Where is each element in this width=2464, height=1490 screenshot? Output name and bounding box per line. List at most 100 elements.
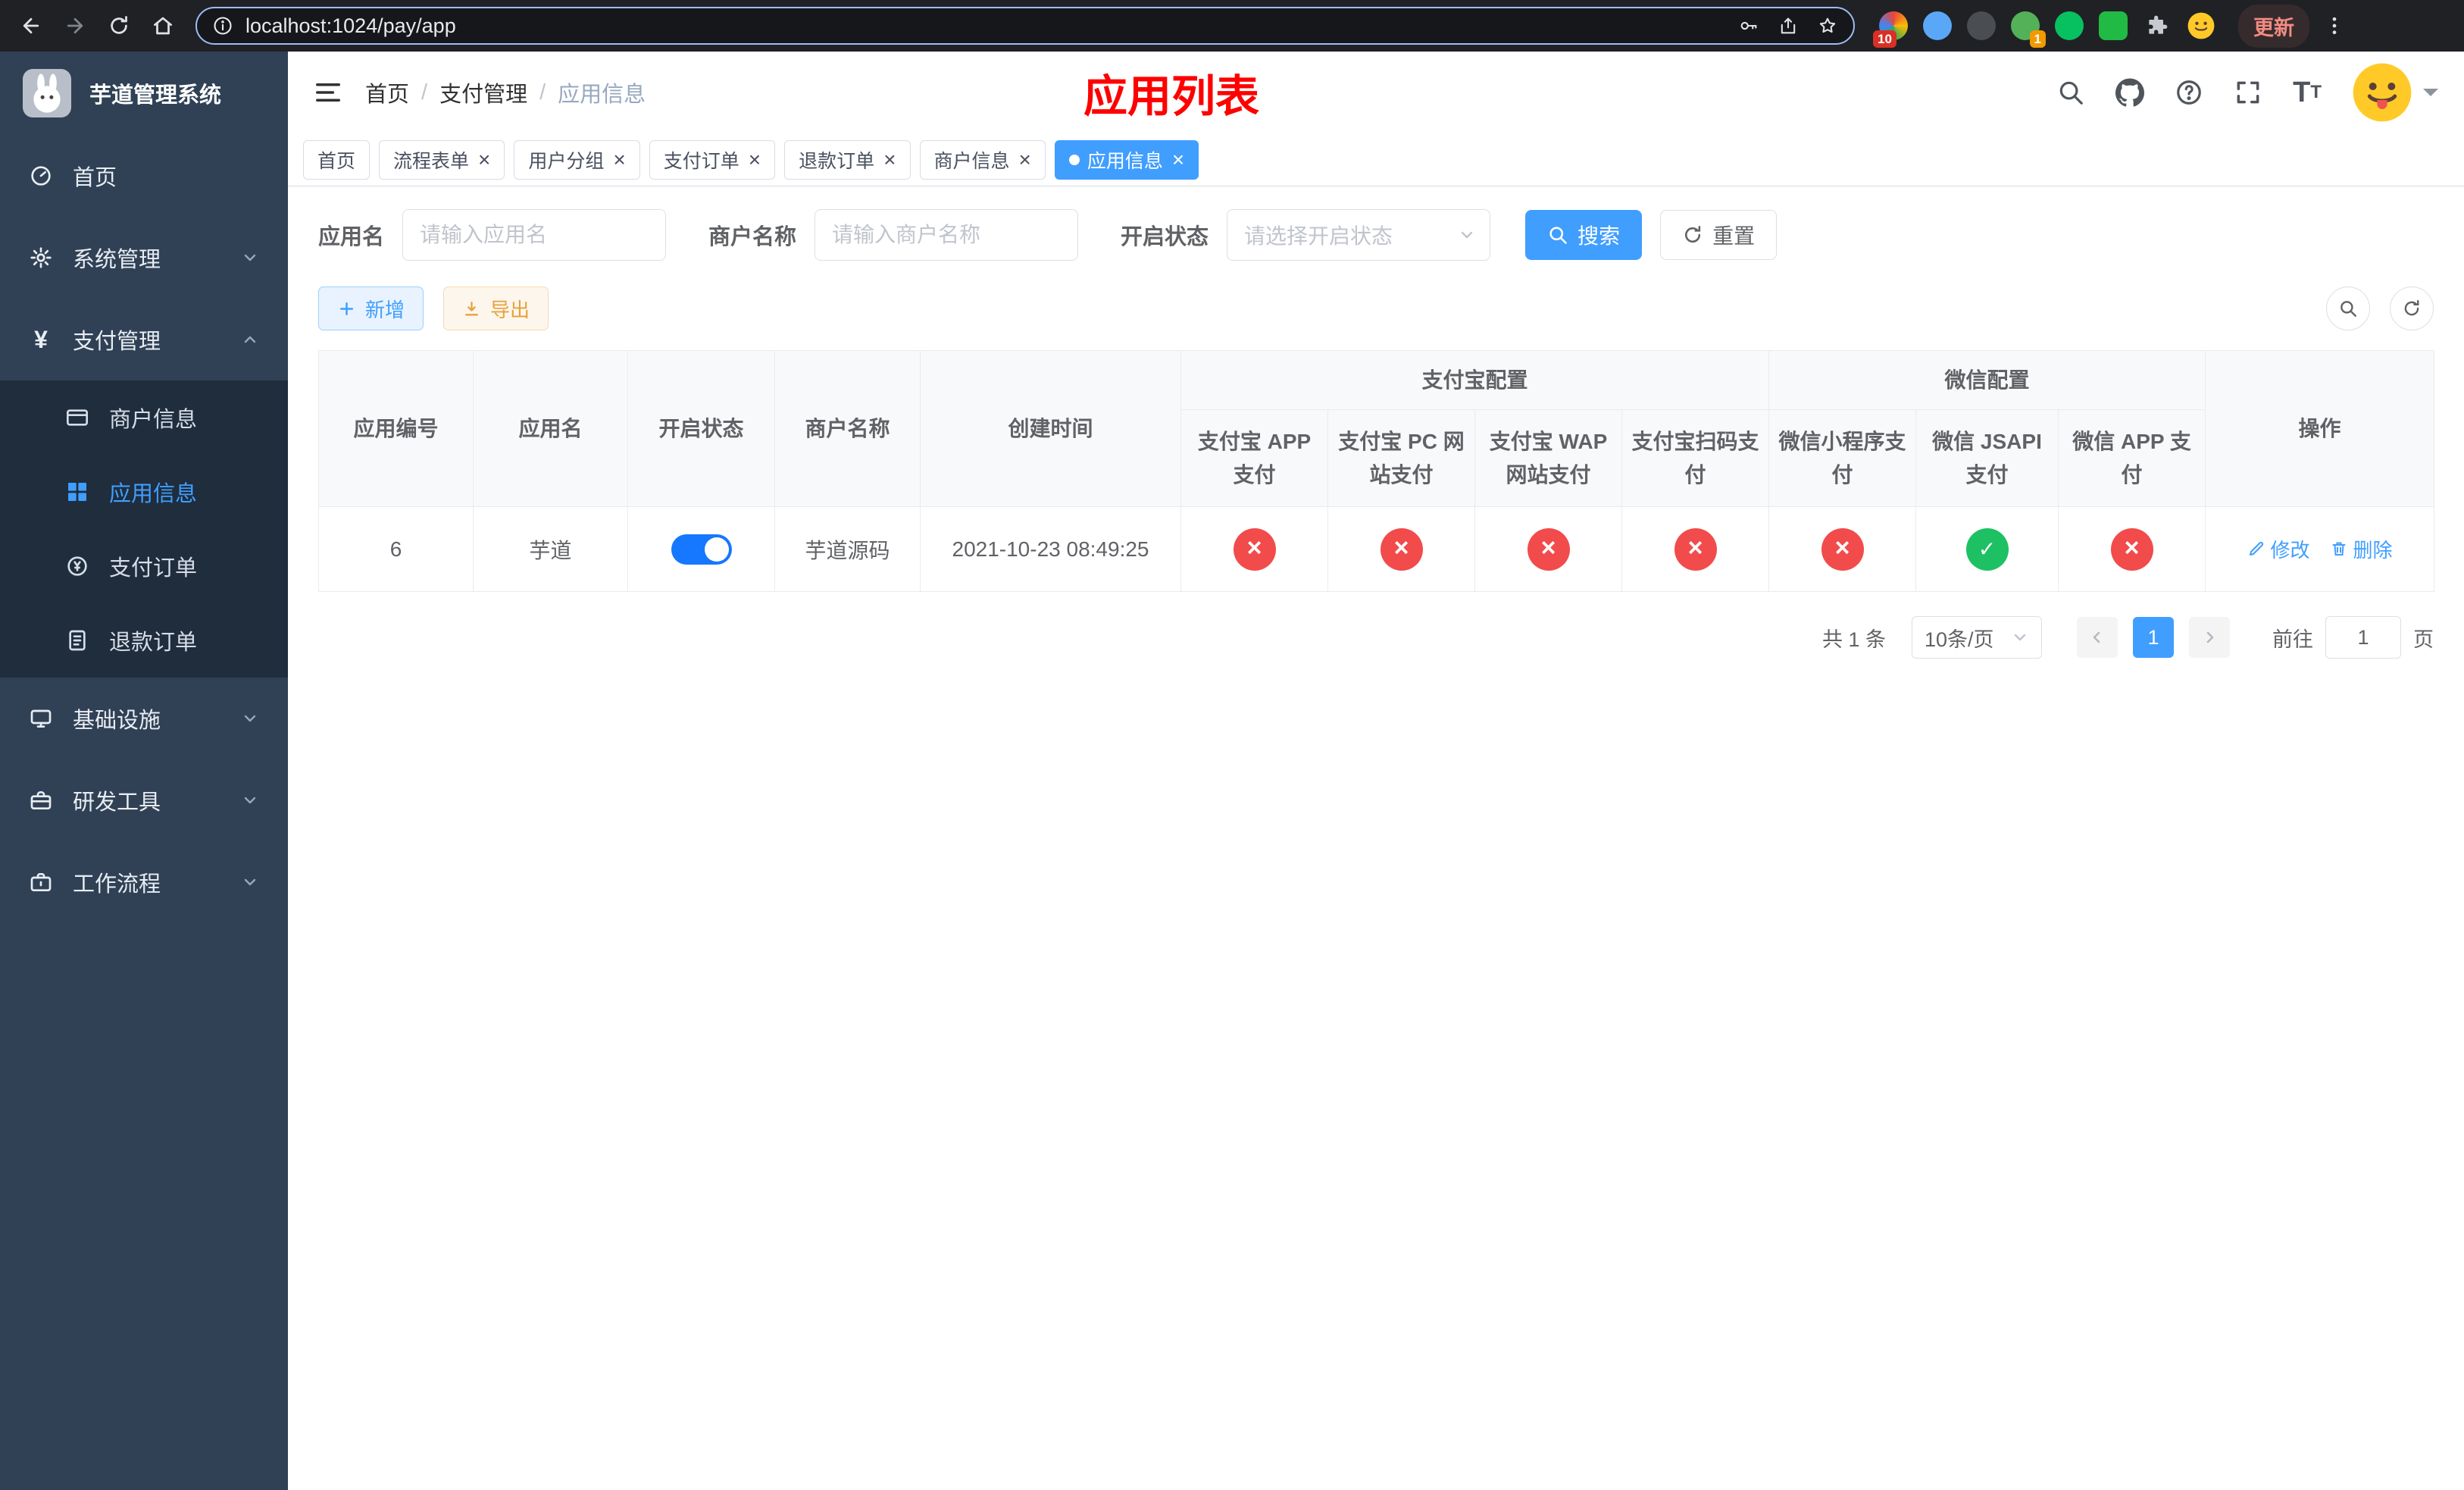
refresh-table-button[interactable] [2390, 286, 2434, 330]
edit-button[interactable]: 修改 [2247, 535, 2310, 563]
pencil-icon [2249, 542, 2263, 556]
status-switch[interactable] [671, 534, 732, 565]
app-table: 应用编号 应用名 开启状态 商户名称 创建时间 支付宝配置 微信配置 操作 支付… [318, 350, 2435, 592]
fullscreen-button[interactable] [2234, 78, 2262, 107]
app-name-input[interactable] [402, 209, 667, 261]
breadcrumb-payment[interactable]: 支付管理 [439, 77, 527, 108]
tab-close-icon[interactable]: × [478, 149, 490, 171]
refresh-icon [1685, 225, 1701, 243]
reset-button[interactable]: 重置 [1660, 210, 1778, 260]
tab-refund-orders[interactable]: 退款订单 × [784, 139, 911, 180]
tab-close-icon[interactable]: × [613, 149, 625, 171]
url-bar[interactable]: localhost:1024/pay/app [195, 7, 1855, 45]
delete-button[interactable]: 删除 [2330, 535, 2393, 563]
col-header-wechat-jsapi: 微信 JSAPI 支付 [1915, 409, 2059, 507]
extension-icon-colorful[interactable]: 10 [1873, 11, 1908, 48]
sidebar-item-infrastructure[interactable]: 基础设施 [0, 678, 288, 759]
tab-close-icon[interactable]: × [749, 149, 761, 171]
tab-payment-orders[interactable]: 支付订单 × [649, 139, 776, 180]
tab-user-group[interactable]: 用户分组 × [514, 139, 640, 180]
sidebar-item-workflow[interactable]: 工作流程 [0, 841, 288, 923]
face-icon [2187, 12, 2215, 39]
page-jumper: 前往 页 [2272, 616, 2434, 659]
sidebar-item-label: 系统管理 [73, 248, 161, 272]
goto-page-input[interactable] [2325, 616, 2401, 659]
app-shell: 芋道管理系统 首页 系统管理 ¥ 支付管理 商户信息 应用信息 支付订单 退款订… [0, 52, 2464, 1490]
extension-icon-green-badge[interactable]: 1 [2011, 11, 2046, 48]
header-search-button[interactable] [2056, 78, 2085, 107]
sidebar-item-label: 工作流程 [73, 872, 161, 897]
site-info-icon[interactable] [212, 15, 233, 36]
browser-profile-avatar[interactable] [2187, 11, 2215, 40]
extension-icon-blue[interactable] [1923, 11, 1952, 40]
sidebar-toggle-button[interactable] [314, 78, 342, 107]
browser-chrome: localhost:1024/pay/app 10 1 更新 [0, 0, 2464, 52]
extensions-puzzle-icon[interactable] [2143, 11, 2172, 40]
browser-reload-button[interactable] [100, 7, 138, 45]
toolbar-right-actions [2326, 286, 2434, 330]
page-size-select[interactable]: 10条/页 [1912, 616, 2042, 659]
sidebar-item-dev-tools[interactable]: 研发工具 [0, 759, 288, 841]
extension-icon-square-green[interactable] [2099, 11, 2128, 40]
config-status-icon [2110, 527, 2153, 571]
tab-close-icon[interactable]: × [883, 149, 896, 171]
merchant-name-input[interactable] [815, 209, 1079, 261]
extension-icon-dark[interactable] [1967, 11, 1996, 40]
next-page-button[interactable] [2189, 617, 2230, 658]
export-button[interactable]: 导出 [443, 286, 549, 330]
status-select-placeholder: 请选择开启状态 [1244, 224, 1393, 248]
prev-page-button[interactable] [2077, 617, 2118, 658]
sidebar-item-payment-orders[interactable]: 支付订单 [0, 529, 288, 603]
delete-button-label: 删除 [2353, 538, 2393, 562]
cell-created: 2021-10-23 08:49:25 [920, 506, 1181, 592]
browser-home-button[interactable] [144, 7, 182, 45]
help-button[interactable] [2175, 78, 2203, 107]
col-header-status: 开启状态 [627, 350, 775, 507]
tab-close-icon[interactable]: × [1172, 149, 1184, 171]
tab-close-icon[interactable]: × [1019, 149, 1031, 171]
extension-icon-wechat[interactable] [2055, 11, 2084, 40]
github-link[interactable] [2115, 78, 2145, 107]
browser-back-button[interactable] [12, 7, 50, 45]
chevron-right-icon [2206, 631, 2214, 643]
search-button[interactable]: 搜索 [1525, 210, 1643, 260]
browser-update-button[interactable]: 更新 [2238, 4, 2309, 48]
toggle-search-button[interactable] [2326, 286, 2370, 330]
sidebar-item-merchant-info[interactable]: 商户信息 [0, 380, 288, 455]
search-form: 应用名 商户名称 开启状态 请选择开启状态 搜索 重置 [318, 209, 2434, 261]
browser-forward-button[interactable] [56, 7, 94, 45]
share-icon[interactable] [1778, 15, 1799, 36]
font-size-button[interactable]: TT [2293, 78, 2322, 107]
tab-app-info[interactable]: 应用信息 × [1054, 139, 1199, 180]
chevron-down-icon [241, 791, 259, 809]
browser-menu-icon[interactable] [2315, 7, 2353, 45]
sidebar-item-label: 退款订单 [109, 631, 198, 655]
sidebar-item-refund-orders[interactable]: 退款订单 [0, 603, 288, 678]
cell-wechat-jsapi [1915, 506, 2059, 592]
cell-app-name: 芋道 [473, 506, 628, 592]
edit-button-label: 修改 [2270, 538, 2310, 562]
tab-process-form[interactable]: 流程表单 × [379, 139, 505, 180]
breadcrumb: 首页 / 支付管理 / 应用信息 [365, 77, 646, 108]
tab-home[interactable]: 首页 [303, 139, 371, 180]
page-title: 应用列表 [1083, 72, 1260, 121]
sidebar-item-home[interactable]: 首页 [0, 135, 288, 217]
add-button[interactable]: 新增 [318, 286, 424, 330]
sidebar-item-label: 商户信息 [109, 408, 198, 432]
sidebar-item-app-info[interactable]: 应用信息 [0, 455, 288, 529]
sidebar-item-system[interactable]: 系统管理 [0, 217, 288, 299]
app-logo[interactable]: 芋道管理系统 [0, 52, 288, 135]
pagination-total: 共 1 条 [1821, 628, 1886, 651]
status-select[interactable]: 请选择开启状态 [1227, 209, 1491, 261]
hamburger-icon [316, 83, 340, 102]
user-menu[interactable] [2352, 62, 2438, 123]
breadcrumb-home[interactable]: 首页 [365, 77, 409, 108]
tab-label: 应用信息 [1087, 150, 1163, 172]
config-status-icon [1821, 527, 1864, 571]
password-key-icon[interactable] [1738, 15, 1759, 36]
tab-merchant-info[interactable]: 商户信息 × [919, 139, 1046, 180]
main-area: 首页 / 支付管理 / 应用信息 应用列表 T T 首页 流程表单 × 用户分组… [288, 52, 2464, 1490]
bookmark-star-icon[interactable] [1817, 15, 1838, 36]
sidebar-item-payment[interactable]: ¥ 支付管理 [0, 299, 288, 380]
page-number-1[interactable]: 1 [2133, 617, 2174, 658]
